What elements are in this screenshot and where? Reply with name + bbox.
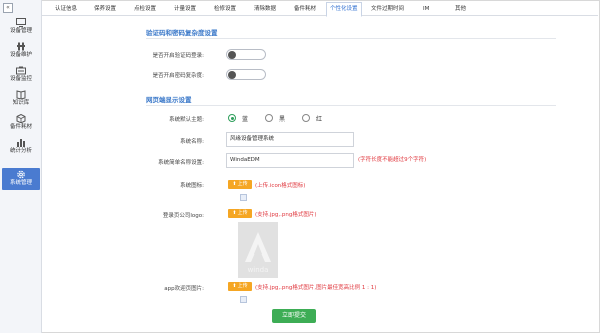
short-name-input[interactable]: WindaEDM [226, 153, 354, 168]
settings-tab-bar: 认证信息 保养设置 点检设置 计量设置 检修设置 清除数据 备件耗材 个性化设置… [42, 2, 598, 17]
theme-label: 系统默认主题: [169, 117, 204, 123]
theme-radio-black[interactable] [265, 114, 273, 122]
box-icon [16, 113, 26, 124]
tab-im[interactable]: IM [420, 2, 432, 16]
captcha-label: 是否开启验证码登录: [152, 53, 204, 59]
sidebar-item-device-maintenance[interactable]: 设备维护 [2, 40, 40, 62]
login-logo-hint: (支持.jpg,.png格式图片) [255, 212, 317, 218]
submit-button[interactable]: 立即提交 [272, 309, 316, 323]
system-icon-preview [240, 194, 247, 201]
monitor-icon [16, 18, 26, 27]
display-section-title: 网页端显示设置 [146, 96, 192, 104]
login-logo-upload-button[interactable]: ⬆上传 [228, 209, 252, 218]
captcha-toggle[interactable] [226, 49, 266, 60]
theme-option-label: 蓝 [242, 116, 249, 123]
verify-section-title: 验证码和密码复杂度设置 [146, 29, 218, 37]
collapse-sidebar-button[interactable]: « [3, 3, 13, 13]
sidebar: « 设备管理 设备维护 设备监控 知识库 备件耗材 统计分析 系统管理 [0, 0, 42, 333]
section-divider [146, 38, 556, 39]
wrench-icon [16, 42, 26, 51]
gear-icon [16, 170, 26, 179]
system-name-input[interactable]: 风缘设备管理系统 [226, 132, 354, 147]
password-complexity-toggle[interactable] [226, 69, 266, 80]
sidebar-item-knowledge-base[interactable]: 知识库 [2, 88, 40, 110]
tab-inspection-settings[interactable]: 点检设置 [131, 2, 159, 16]
book-icon [16, 90, 26, 100]
app-splash-label: app欢迎页图片: [164, 286, 204, 292]
icon-upload-button[interactable]: ⬆上传 [228, 180, 252, 189]
sidebar-item-spare-parts[interactable]: 备件耗材 [2, 112, 40, 134]
login-logo-label: 登录页公司logo: [162, 213, 204, 219]
sidebar-item-label: 系统管理 [9, 180, 32, 186]
tab-metering-settings[interactable]: 计量设置 [171, 2, 199, 16]
short-name-label: 系统简单名称设置: [158, 160, 204, 166]
toggle-knob [228, 51, 236, 59]
sidebar-item-label: 设备管理 [9, 28, 32, 34]
theme-option-label: 红 [316, 116, 323, 123]
theme-radio-blue[interactable] [228, 114, 236, 122]
icon-upload-hint: (上传.icon格式图标) [255, 183, 306, 189]
sidebar-item-system-management[interactable]: 系统管理 [2, 168, 40, 190]
system-icon-label: 系统图标: [180, 183, 204, 189]
tab-clear-data[interactable]: 清除数据 [251, 2, 279, 16]
theme-radio-red[interactable] [302, 114, 310, 122]
upload-icon: ⬆ [232, 181, 237, 187]
tab-file-expiry[interactable]: 文件过期时间 [368, 2, 407, 16]
tab-spare-parts[interactable]: 备件耗材 [291, 2, 319, 16]
tab-overhaul-settings[interactable]: 检修设置 [211, 2, 239, 16]
tab-personalization[interactable]: 个性化设置 [326, 2, 362, 17]
short-name-hint: (字符长度不能超过9个字符) [358, 157, 427, 163]
upload-icon: ⬆ [232, 283, 237, 289]
chart-icon [16, 138, 26, 147]
tab-maintenance-settings[interactable]: 保养设置 [91, 2, 119, 16]
login-logo-preview: winda [238, 222, 278, 278]
sidebar-item-statistics[interactable]: 统计分析 [2, 136, 40, 158]
toggle-knob [228, 71, 236, 79]
sidebar-item-label: 设备维护 [9, 52, 32, 58]
tab-auth-info[interactable]: 认证信息 [52, 2, 80, 16]
upload-icon: ⬆ [232, 210, 237, 216]
tab-other[interactable]: 其他 [452, 2, 469, 16]
svg-text:winda: winda [248, 266, 269, 274]
camera-icon [16, 66, 26, 75]
sidebar-item-label: 知识库 [12, 100, 30, 106]
sidebar-item-label: 备件耗材 [9, 124, 32, 130]
sidebar-item-device-monitoring[interactable]: 设备监控 [2, 64, 40, 86]
app-splash-preview [240, 296, 247, 303]
sidebar-item-label: 设备监控 [9, 76, 32, 82]
theme-option-label: 黑 [279, 116, 286, 123]
app-splash-upload-button[interactable]: ⬆上传 [228, 282, 252, 291]
sidebar-item-device-management[interactable]: 设备管理 [2, 16, 40, 38]
system-name-label: 系统名称: [180, 139, 204, 145]
section-divider [146, 105, 556, 106]
app-splash-hint: (支持.jpg,.png格式图片,图片最佳宽高比例 1 : 1) [255, 285, 377, 291]
winda-logo-image: winda [245, 232, 271, 274]
password-complexity-label: 是否开启密码复杂度: [152, 73, 204, 79]
sidebar-item-label: 统计分析 [9, 148, 32, 154]
